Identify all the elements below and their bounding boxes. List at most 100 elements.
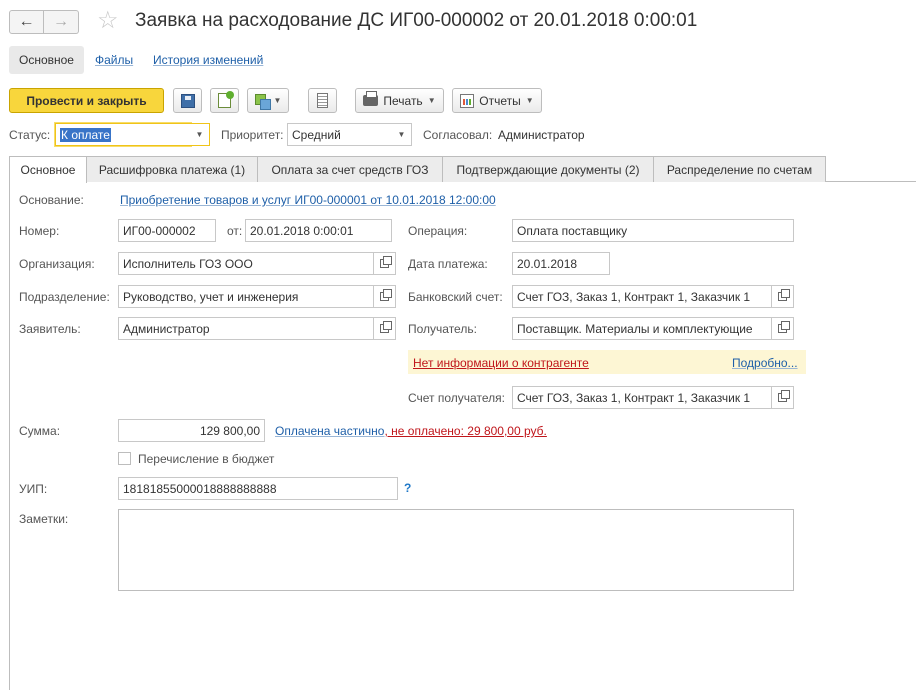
basis-label: Основание:	[19, 193, 84, 207]
uip-value: 18181855000018888888888	[123, 481, 277, 496]
bank-account-input[interactable]: Счет ГОЗ, Заказ 1, Контракт 1, Заказчик …	[512, 285, 772, 308]
panel-left-border	[9, 182, 10, 690]
recipient-account-open-button[interactable]	[772, 386, 794, 409]
reports-label: Отчеты	[479, 93, 521, 108]
organization-open-button[interactable]	[374, 252, 396, 275]
unpaid-amount: , не оплачено: 29 800,00 руб.	[384, 424, 547, 438]
operation-input[interactable]: Оплата поставщику	[512, 219, 794, 242]
back-button[interactable]: ←	[9, 10, 44, 34]
budget-checkbox[interactable]	[118, 452, 131, 465]
number-value: ИГ00-000002	[123, 223, 196, 238]
date-input[interactable]: 20.01.2018 0:00:01	[245, 219, 392, 242]
uip-label: УИП:	[19, 482, 48, 496]
post-icon	[218, 91, 234, 108]
open-icon	[778, 390, 790, 402]
department-input[interactable]: Руководство, учет и инженерия	[118, 285, 374, 308]
chevron-down-icon: ▼	[273, 96, 282, 105]
sum-input[interactable]: 129 800,00	[118, 419, 265, 442]
payment-date-value: 20.01.2018	[517, 256, 578, 271]
print-button[interactable]: Печать ▼	[355, 88, 444, 113]
operation-label: Операция:	[408, 224, 468, 238]
open-icon	[778, 321, 790, 333]
organization-label: Организация:	[19, 257, 95, 271]
basis-link[interactable]: Приобретение товаров и услуг ИГ00-000001…	[120, 193, 496, 207]
tab-main[interactable]: Основное	[9, 156, 87, 183]
open-icon	[380, 321, 392, 333]
operation-value: Оплата поставщику	[517, 223, 628, 238]
list-button[interactable]	[308, 88, 337, 113]
arrow-right-icon: →	[53, 13, 69, 30]
status-label: Статус:	[9, 128, 51, 142]
priority-label: Приоритет:	[221, 128, 284, 142]
tab-supporting-docs[interactable]: Подтверждающие документы (2)	[442, 156, 654, 182]
tab-account-distribution[interactable]: Распределение по счетам	[653, 156, 826, 182]
tab-goz-payment[interactable]: Оплата за счет средств ГОЗ	[257, 156, 443, 182]
report-icon	[460, 93, 475, 108]
priority-value: Средний	[292, 127, 341, 142]
recipient-value: Поставщик. Материалы и комплектующие	[517, 321, 753, 336]
applicant-open-button[interactable]	[374, 317, 396, 340]
forward-button[interactable]: →	[44, 10, 79, 34]
recipient-account-value: Счет ГОЗ, Заказ 1, Контракт 1, Заказчик …	[517, 390, 751, 405]
date-from-label: от:	[227, 224, 243, 238]
bank-account-label: Банковский счет:	[408, 290, 503, 304]
department-label: Подразделение:	[19, 290, 110, 304]
applicant-value: Администратор	[123, 321, 210, 336]
department-value: Руководство, учет и инженерия	[123, 289, 299, 304]
print-label: Печать	[383, 93, 423, 108]
favorite-star-icon[interactable]: ☆	[97, 8, 119, 34]
post-button[interactable]	[210, 88, 239, 113]
chevron-down-icon: ▼	[195, 130, 204, 139]
recipient-input[interactable]: Поставщик. Материалы и комплектующие	[512, 317, 772, 340]
status-value: К оплате	[60, 127, 111, 142]
sum-value: 129 800,00	[199, 423, 260, 438]
status-dropdown-button[interactable]: ▼	[190, 123, 210, 146]
status-input[interactable]: К оплате	[55, 123, 191, 146]
organization-value: Исполнитель ГОЗ ООО	[123, 256, 253, 271]
save-icon	[180, 93, 195, 108]
priority-input[interactable]: Средний	[287, 123, 393, 146]
uip-input[interactable]: 18181855000018888888888	[118, 477, 398, 500]
bank-account-open-button[interactable]	[772, 285, 794, 308]
section-main[interactable]: Основное	[9, 46, 84, 74]
open-icon	[380, 256, 392, 268]
reports-button[interactable]: Отчеты ▼	[452, 88, 542, 113]
recipient-label: Получатель:	[408, 322, 477, 336]
history-nav: ← →	[9, 10, 79, 34]
details-link[interactable]: Подробно...	[732, 356, 798, 370]
create-based-on-button[interactable]: ▼	[247, 88, 289, 113]
recipient-open-button[interactable]	[772, 317, 794, 340]
create-based-icon	[254, 93, 271, 110]
date-value: 20.01.2018 0:00:01	[250, 223, 354, 238]
section-history[interactable]: История изменений	[153, 53, 263, 67]
page-title: Заявка на расходование ДС ИГ00-000002 от…	[135, 10, 698, 31]
payment-date-input[interactable]: 20.01.2018	[512, 252, 610, 275]
recipient-account-label: Счет получателя:	[408, 391, 505, 405]
no-counterparty-info-link[interactable]: Нет информации о контрагенте	[413, 356, 589, 370]
department-open-button[interactable]	[374, 285, 396, 308]
save-button[interactable]	[173, 88, 202, 113]
bank-account-value: Счет ГОЗ, Заказ 1, Контракт 1, Заказчик …	[517, 289, 751, 304]
post-and-close-button[interactable]: Провести и закрыть	[9, 88, 164, 113]
applicant-label: Заявитель:	[19, 322, 81, 336]
paid-partially-link[interactable]: Оплачена частично	[275, 424, 384, 438]
sum-label: Сумма:	[19, 424, 61, 438]
chevron-down-icon: ▼	[525, 96, 534, 105]
priority-dropdown-button[interactable]: ▼	[392, 123, 412, 146]
approved-value: Администратор	[498, 128, 585, 142]
tab-payment-details[interactable]: Расшифровка платежа (1)	[86, 156, 258, 182]
recipient-account-input[interactable]: Счет ГОЗ, Заказ 1, Контракт 1, Заказчик …	[512, 386, 772, 409]
notes-textarea[interactable]	[118, 509, 794, 591]
organization-input[interactable]: Исполнитель ГОЗ ООО	[118, 252, 374, 275]
budget-label: Перечисление в бюджет	[138, 452, 275, 466]
chevron-down-icon: ▼	[397, 130, 406, 139]
list-icon	[317, 93, 328, 108]
applicant-input[interactable]: Администратор	[118, 317, 374, 340]
help-icon[interactable]: ?	[404, 481, 411, 495]
section-files[interactable]: Файлы	[95, 53, 133, 67]
payment-status: Оплачена частично, не оплачено: 29 800,0…	[275, 424, 547, 438]
arrow-left-icon: ←	[18, 13, 35, 30]
number-input[interactable]: ИГ00-000002	[118, 219, 216, 242]
number-label: Номер:	[19, 224, 60, 238]
open-icon	[778, 289, 790, 301]
